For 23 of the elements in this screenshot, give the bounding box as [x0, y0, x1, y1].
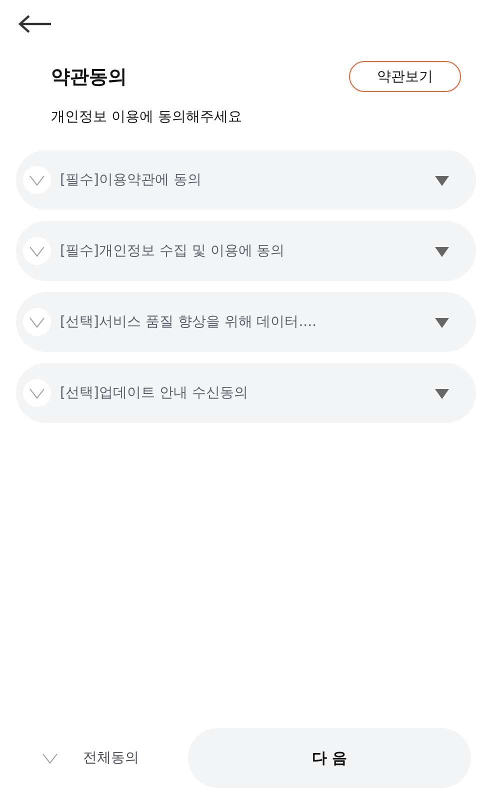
agreement-label: [선택]업데이트 안내 수신동의	[60, 384, 249, 402]
agreement-row[interactable]: [선택]업데이트 안내 수신동의	[16, 363, 476, 423]
agreement-label: [필수]이용약관에 동의	[60, 171, 202, 189]
agreement-label: [선택]서비스 품질 향상을 위해 데이터....	[60, 313, 318, 331]
expand-triangle-icon[interactable]	[434, 316, 450, 328]
view-terms-button[interactable]: 약관보기	[349, 61, 461, 92]
expand-triangle-icon[interactable]	[434, 246, 450, 256]
page-title: 약관동의	[51, 64, 127, 90]
subtitle: 개인정보 이용에 동의해주세요	[51, 108, 243, 126]
next-button[interactable]: 다 음	[188, 728, 471, 788]
expand-triangle-icon[interactable]	[434, 388, 450, 398]
check-icon[interactable]	[29, 246, 45, 256]
expand-triangle-icon[interactable]	[434, 174, 450, 186]
check-icon[interactable]	[29, 174, 45, 186]
agreement-row[interactable]: [선택]서비스 품질 향상을 위해 데이터....	[16, 292, 476, 352]
agreement-row[interactable]: [필수]개인정보 수집 및 이용에 동의	[16, 221, 476, 281]
agree-all-label[interactable]: 전체동의	[83, 749, 139, 767]
check-icon[interactable]	[29, 316, 45, 328]
agreement-label: [필수]개인정보 수집 및 이용에 동의	[60, 242, 286, 260]
agree-all-check-icon[interactable]	[42, 752, 58, 764]
back-arrow-icon[interactable]	[18, 14, 52, 34]
check-icon[interactable]	[29, 388, 45, 398]
agreement-row[interactable]: [필수]이용약관에 동의	[16, 150, 476, 210]
